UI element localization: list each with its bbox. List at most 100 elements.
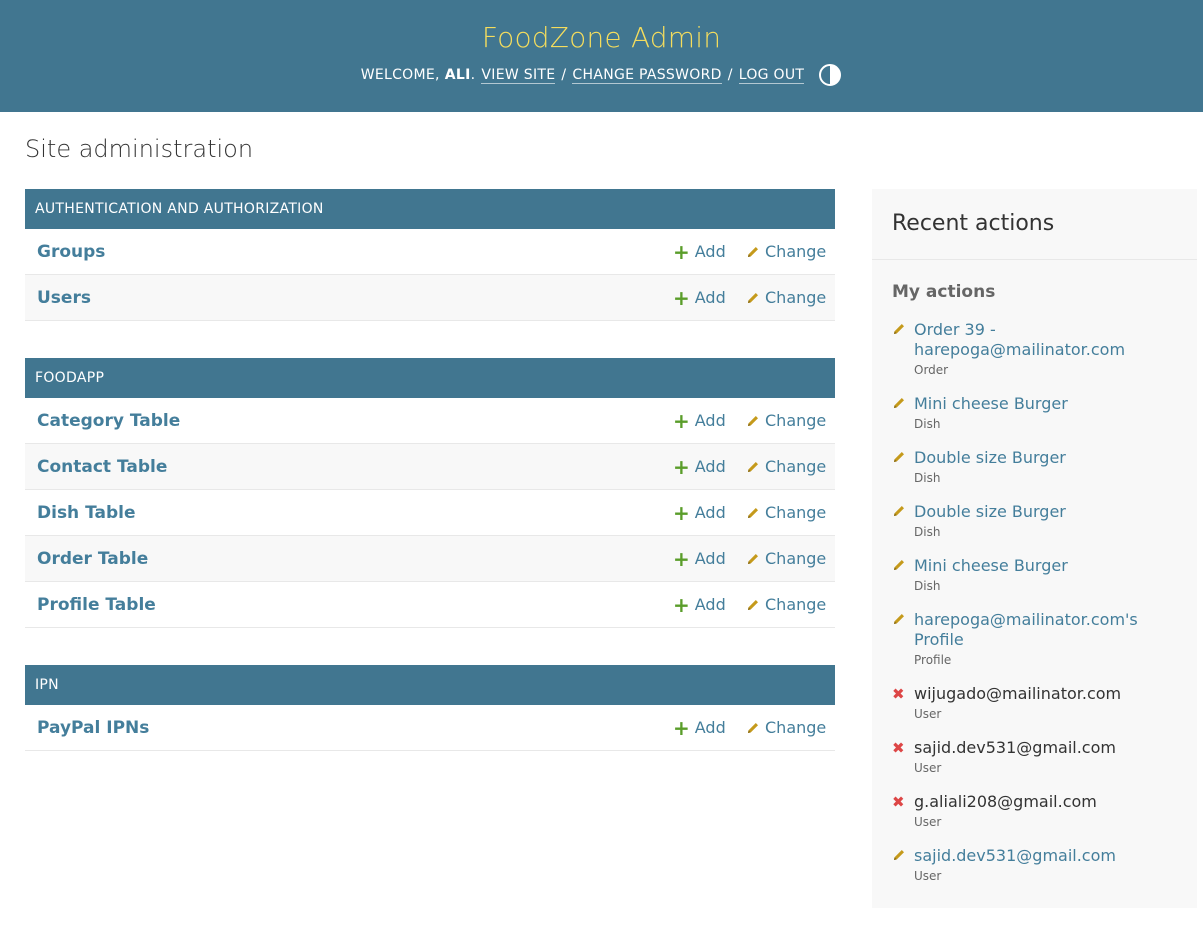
view-site-link[interactable]: VIEW SITE	[481, 67, 556, 84]
change-label: Change	[765, 411, 827, 430]
action-content-type: User	[914, 869, 942, 883]
change-link[interactable]: Change	[746, 549, 826, 568]
add-link[interactable]: + Add	[673, 595, 726, 615]
pencil-icon	[746, 552, 760, 566]
change-link[interactable]: Change	[746, 242, 826, 261]
module-caption[interactable]: IPN	[25, 665, 835, 705]
plus-icon: +	[673, 454, 690, 479]
my-actions-title: My actions	[892, 282, 996, 302]
app-module: FOODAPP Category Table + Add Change Contact T…	[25, 358, 835, 628]
action-object-link[interactable]: Mini cheese Burger	[914, 394, 1184, 414]
model-row: Dish Table + Add Change	[25, 490, 835, 536]
app-list: AUTHENTICATION AND AUTHORIZATION Groups + A…	[25, 189, 835, 788]
action-content-type: Profile	[914, 653, 952, 667]
action-object-link[interactable]: Double size Burger	[914, 502, 1184, 522]
action-item: Double size Burger Dish	[892, 448, 1197, 488]
pencil-icon	[746, 245, 760, 259]
change-password-link[interactable]: CHANGE PASSWORD	[572, 67, 722, 84]
model-link[interactable]: Category Table	[37, 411, 180, 431]
action-item: sajid.dev531@gmail.com User	[892, 846, 1197, 886]
app-module: AUTHENTICATION AND AUTHORIZATION Groups + A…	[25, 189, 835, 321]
model-row: Groups + Add Change	[25, 229, 835, 275]
site-header: FoodZone Admin WELCOME, ALI. VIEW SITE /…	[0, 0, 1203, 112]
change-label: Change	[765, 288, 827, 307]
model-link[interactable]: Contact Table	[37, 457, 167, 477]
log-out-link[interactable]: LOG OUT	[738, 67, 805, 84]
action-object-link[interactable]: sajid.dev531@gmail.com	[914, 846, 1184, 866]
change-link[interactable]: Change	[746, 503, 826, 522]
pencil-icon	[746, 598, 760, 612]
action-item: ✖ sajid.dev531@gmail.com User	[892, 738, 1197, 778]
model-row: Users + Add Change	[25, 275, 835, 321]
action-object-link[interactable]: harepoga@mailinator.com's Profile	[914, 610, 1184, 650]
action-item: Double size Burger Dish	[892, 502, 1197, 542]
model-link[interactable]: Groups	[37, 242, 105, 262]
page-title: Site administration	[25, 135, 254, 163]
action-item: ✖ wijugado@mailinator.com User	[892, 684, 1197, 724]
model-row: PayPal IPNs + Add Change	[25, 705, 835, 751]
change-link[interactable]: Change	[746, 411, 826, 430]
plus-icon: +	[673, 239, 690, 264]
action-list: Order 39 - harepoga@mailinator.com Order M…	[872, 320, 1197, 886]
action-content-type: Dish	[914, 471, 941, 485]
deleted-object-label: sajid.dev531@gmail.com	[914, 738, 1116, 757]
pencil-icon	[892, 394, 914, 434]
pencil-icon	[892, 502, 914, 542]
model-link[interactable]: Users	[37, 288, 91, 308]
add-label: Add	[694, 549, 726, 568]
pencil-icon	[892, 610, 914, 670]
action-object-link[interactable]: Double size Burger	[914, 448, 1184, 468]
action-content-type: Order	[914, 363, 949, 377]
add-link[interactable]: + Add	[673, 718, 726, 738]
pencil-icon	[892, 448, 914, 488]
add-link[interactable]: + Add	[673, 242, 726, 262]
plus-icon: +	[673, 546, 690, 571]
module-caption[interactable]: FOODAPP	[25, 358, 835, 398]
separator: /	[561, 67, 567, 83]
recent-actions-panel: Recent actions My actions Order 39 - har…	[872, 189, 1197, 908]
add-link[interactable]: + Add	[673, 288, 726, 308]
theme-toggle-icon[interactable]	[818, 63, 842, 87]
module-caption[interactable]: AUTHENTICATION AND AUTHORIZATION	[25, 189, 835, 229]
model-row: Order Table + Add Change	[25, 536, 835, 582]
change-label: Change	[765, 718, 827, 737]
change-link[interactable]: Change	[746, 718, 826, 737]
action-object-link[interactable]: Mini cheese Burger	[914, 556, 1184, 576]
add-link[interactable]: + Add	[673, 411, 726, 431]
add-link[interactable]: + Add	[673, 457, 726, 477]
pencil-icon	[746, 291, 760, 305]
delete-icon: ✖	[892, 685, 905, 703]
separator: /	[727, 67, 733, 83]
change-link[interactable]: Change	[746, 457, 826, 476]
pencil-icon	[746, 506, 760, 520]
action-item: ✖ g.aliali208@gmail.com User	[892, 792, 1197, 832]
add-link[interactable]: + Add	[673, 503, 726, 523]
plus-icon: +	[673, 592, 690, 617]
model-link[interactable]: Order Table	[37, 549, 148, 569]
app-module: IPN PayPal IPNs + Add Change	[25, 665, 835, 751]
plus-icon: +	[673, 500, 690, 525]
add-label: Add	[694, 503, 726, 522]
action-content-type: User	[914, 815, 942, 829]
change-label: Change	[765, 595, 827, 614]
model-row: Category Table + Add Change	[25, 398, 835, 444]
site-name[interactable]: FoodZone Admin	[482, 0, 721, 54]
deleted-object-label: wijugado@mailinator.com	[914, 684, 1122, 703]
welcome-text: WELCOME,	[360, 67, 440, 83]
change-label: Change	[765, 503, 827, 522]
action-content-type: Dish	[914, 417, 941, 431]
add-label: Add	[694, 242, 726, 261]
model-row: Contact Table + Add Change	[25, 444, 835, 490]
model-link[interactable]: Profile Table	[37, 595, 156, 615]
pencil-icon	[746, 721, 760, 735]
change-link[interactable]: Change	[746, 288, 826, 307]
change-link[interactable]: Change	[746, 595, 826, 614]
model-link[interactable]: Dish Table	[37, 503, 135, 523]
model-link[interactable]: PayPal IPNs	[37, 718, 149, 738]
add-link[interactable]: + Add	[673, 549, 726, 569]
action-object-link[interactable]: Order 39 - harepoga@mailinator.com	[914, 320, 1184, 360]
add-label: Add	[694, 411, 726, 430]
username: ALI	[444, 67, 471, 83]
add-label: Add	[694, 288, 726, 307]
delete-icon: ✖	[892, 793, 905, 811]
